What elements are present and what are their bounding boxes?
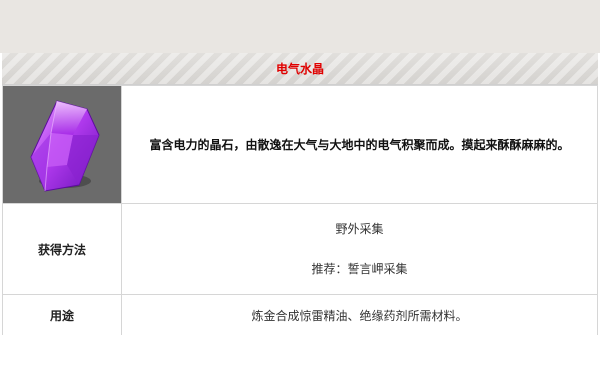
- item-title-bar: 电气水晶: [2, 53, 598, 85]
- item-description-cell: 富含电力的晶石，由散逸在大气与大地中的电气积聚而成。摸起来酥酥麻麻的。: [121, 85, 598, 204]
- item-description-row: 富含电力的晶石，由散逸在大气与大地中的电气积聚而成。摸起来酥酥麻麻的。: [2, 85, 598, 204]
- use-label: 用途: [2, 294, 122, 336]
- top-background-band: [0, 0, 600, 53]
- item-info-card: 电气水晶 富含电力的晶石，由散逸在大气与大地中的电气积聚而成。摸起来酥酥麻麻的。…: [2, 53, 598, 336]
- source-line-2: 推荐：誓言岬采集: [311, 262, 408, 276]
- bottom-background-band: [0, 335, 600, 390]
- use-value: 炼金合成惊雷精油、绝缘药剂所需材料。: [121, 294, 598, 336]
- item-use-row: 用途 炼金合成惊雷精油、绝缘药剂所需材料。: [2, 294, 598, 336]
- item-title: 电气水晶: [275, 62, 324, 76]
- source-line-1: 野外采集: [335, 222, 384, 236]
- item-source-row: 获得方法 野外采集 推荐：誓言岬采集: [2, 203, 598, 295]
- item-image-cell: [2, 85, 122, 204]
- item-info-table: 富含电力的晶石，由散逸在大气与大地中的电气积聚而成。摸起来酥酥麻麻的。 获得方法…: [2, 85, 598, 336]
- purple-crystal-icon: [30, 99, 100, 192]
- source-value-cell: 野外采集 推荐：誓言岬采集: [121, 203, 598, 295]
- source-label: 获得方法: [2, 203, 122, 295]
- item-description: 富含电力的晶石，由散逸在大气与大地中的电气积聚而成。摸起来酥酥麻麻的。: [149, 138, 570, 152]
